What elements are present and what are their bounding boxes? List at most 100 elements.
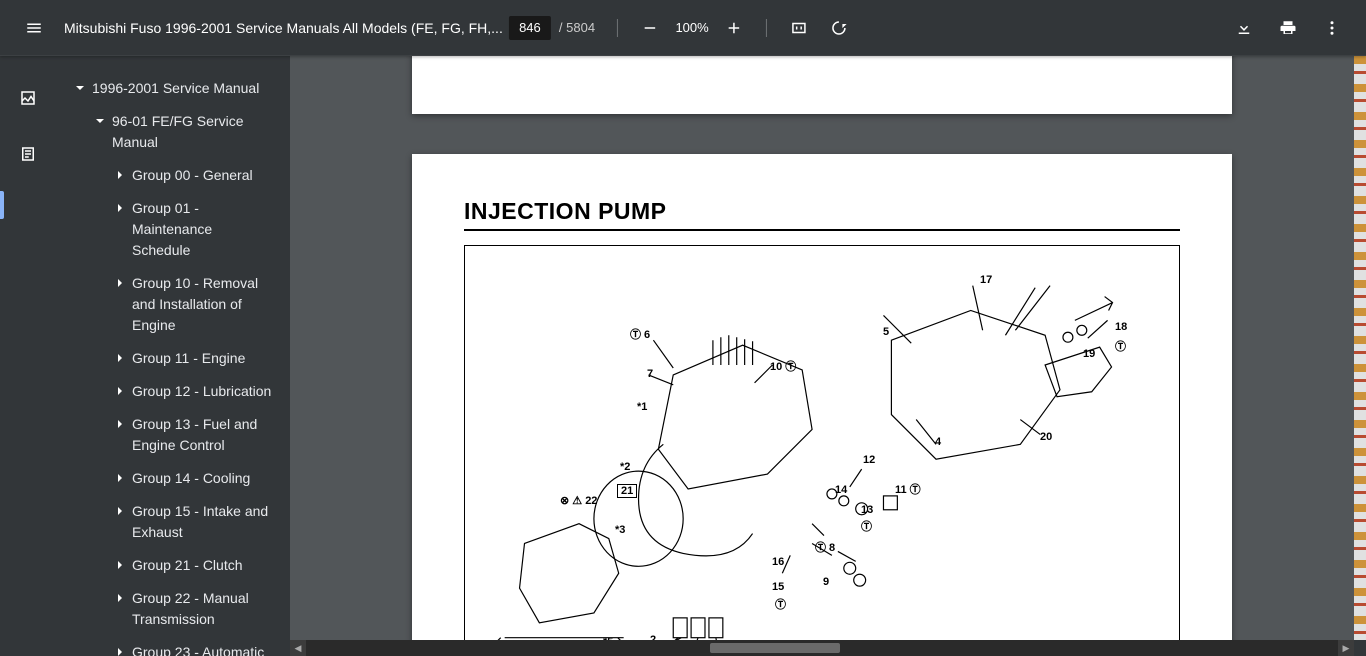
callout-22: ⊗ ⚠ 22: [560, 494, 597, 507]
zoom-in-button[interactable]: [716, 10, 752, 46]
hamburger-icon: [25, 19, 43, 37]
download-button[interactable]: [1226, 10, 1262, 46]
outline-group[interactable]: Group 13 - Fuel and Engine Control: [56, 408, 282, 462]
previous-page-sliver: [412, 56, 1232, 114]
outline-label: Group 11 - Engine: [132, 348, 274, 369]
chevron-right-icon[interactable]: [112, 644, 128, 656]
callout-19: 19: [1083, 348, 1095, 360]
page-number-input[interactable]: [509, 16, 551, 40]
document-title: Mitsubishi Fuso 1996-2001 Service Manual…: [64, 20, 503, 36]
callout-15: 15: [772, 581, 784, 593]
rotate-button[interactable]: [821, 10, 857, 46]
outline-label: Group 15 - Intake and Exhaust: [132, 501, 274, 543]
document-viewport[interactable]: INJECTION PUMP: [290, 56, 1354, 640]
thumbnails-tab[interactable]: [10, 80, 46, 116]
callout-5: 5: [883, 326, 889, 338]
chevron-right-icon[interactable]: [112, 383, 128, 399]
callout-s3: *3: [615, 524, 625, 536]
outline-label: Group 00 - General: [132, 165, 274, 186]
scroll-left-button[interactable]: ◀: [290, 640, 306, 656]
toolbar-divider: [766, 19, 767, 37]
outline-group[interactable]: Group 12 - Lubrication: [56, 375, 282, 408]
scroll-right-button[interactable]: ▶: [1338, 640, 1354, 656]
callout-9: 9: [823, 576, 829, 588]
rotate-icon: [830, 19, 848, 37]
callout-13: 13: [861, 504, 873, 516]
print-icon: [1279, 19, 1297, 37]
callout-7: 7: [647, 368, 653, 380]
chevron-right-icon[interactable]: [112, 416, 128, 432]
chevron-right-icon[interactable]: [112, 350, 128, 366]
outline-group[interactable]: Group 10 - Removal and Installation of E…: [56, 267, 282, 342]
outline-label: 96-01 FE/FG Service Manual: [112, 111, 274, 153]
chevron-right-icon[interactable]: [112, 470, 128, 486]
plus-icon: [725, 19, 743, 37]
callout-10: 10 Ⓣ: [770, 358, 796, 374]
outline-label: Group 01 - Maintenance Schedule: [132, 198, 274, 261]
pdf-page: INJECTION PUMP: [412, 154, 1232, 640]
scroll-thumbnail-strip[interactable]: [1354, 56, 1366, 640]
download-icon: [1235, 19, 1253, 37]
minus-icon: [641, 19, 659, 37]
chevron-right-icon[interactable]: [112, 275, 128, 291]
outline-group[interactable]: Group 21 - Clutch: [56, 549, 282, 582]
callout-6: Ⓣ 6: [630, 326, 650, 342]
callout-s2: *2: [620, 461, 630, 473]
callout-8: Ⓣ 8: [815, 539, 835, 555]
callout-20: 20: [1040, 431, 1052, 443]
outline-label: Group 23 - Automatic Transmission: [132, 642, 274, 656]
page-total-label: / 5804: [559, 20, 595, 35]
outline-label: Group 21 - Clutch: [132, 555, 274, 576]
outline-panel[interactable]: 1996-2001 Service Manual 96-01 FE/FG Ser…: [56, 56, 290, 656]
callout-s1: *1: [637, 401, 647, 413]
callout-21: 21: [617, 484, 637, 498]
callout-12: 12: [863, 454, 875, 466]
outline-group[interactable]: Group 23 - Automatic Transmission: [56, 636, 282, 656]
outline-group[interactable]: Group 01 - Maintenance Schedule: [56, 192, 282, 267]
more-vert-icon: [1323, 19, 1341, 37]
outline-tab[interactable]: [10, 136, 46, 172]
fit-page-button[interactable]: [781, 10, 817, 46]
page-heading: INJECTION PUMP: [464, 198, 1180, 231]
outline-section[interactable]: 96-01 FE/FG Service Manual: [56, 105, 282, 159]
active-tab-marker: [0, 191, 4, 219]
outline-group[interactable]: Group 11 - Engine: [56, 342, 282, 375]
zoom-out-button[interactable]: [632, 10, 668, 46]
chevron-right-icon[interactable]: [112, 503, 128, 519]
outline-label: Group 14 - Cooling: [132, 468, 274, 489]
print-button[interactable]: [1270, 10, 1306, 46]
outline-icon: [19, 145, 37, 163]
scroll-thumb[interactable]: [710, 643, 840, 653]
callout-17: 17: [980, 274, 992, 286]
outline-label: Group 22 - Manual Transmission: [132, 588, 274, 630]
callout-16: 16: [772, 556, 784, 568]
fit-page-icon: [790, 19, 808, 37]
outline-group[interactable]: Group 15 - Intake and Exhaust: [56, 495, 282, 549]
outline-group[interactable]: Group 14 - Cooling: [56, 462, 282, 495]
toolbar-divider: [617, 19, 618, 37]
callout-tR: Ⓣ: [1115, 338, 1126, 354]
outline-label: Group 10 - Removal and Installation of E…: [132, 273, 274, 336]
chevron-right-icon[interactable]: [112, 167, 128, 183]
menu-button[interactable]: [16, 10, 52, 46]
callout-t15: Ⓣ: [775, 596, 786, 612]
outline-label: Group 13 - Fuel and Engine Control: [132, 414, 274, 456]
callout-14: 14: [835, 484, 847, 496]
chevron-right-icon[interactable]: [112, 557, 128, 573]
thumbnails-icon: [19, 89, 37, 107]
chevron-right-icon[interactable]: [112, 590, 128, 606]
chevron-right-icon[interactable]: [112, 200, 128, 216]
outline-group[interactable]: Group 22 - Manual Transmission: [56, 582, 282, 636]
chevron-down-icon[interactable]: [92, 113, 108, 129]
outline-group[interactable]: Group 00 - General: [56, 159, 282, 192]
outline-label: Group 12 - Lubrication: [132, 381, 274, 402]
outline-root[interactable]: 1996-2001 Service Manual: [56, 72, 282, 105]
technical-diagram: Ⓣ 6 7 *1 10 Ⓣ 5 17 18 Ⓣ 19 4 20 *2 21 ⊗ …: [464, 245, 1180, 640]
chevron-down-icon[interactable]: [72, 80, 88, 96]
more-button[interactable]: [1314, 10, 1350, 46]
outline-label: 1996-2001 Service Manual: [92, 78, 274, 99]
zoom-level-label: 100%: [672, 20, 712, 35]
sidebar-rail: [0, 56, 56, 656]
diagram-svg: [465, 246, 1179, 640]
horizontal-scrollbar[interactable]: ◀ ▶: [290, 640, 1354, 656]
